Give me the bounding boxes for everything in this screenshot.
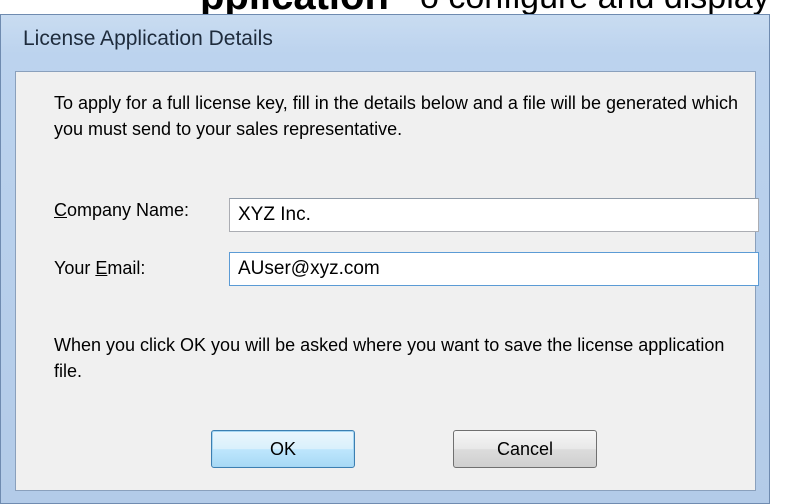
email-label-rest: mail: [107,258,146,278]
intro-text: To apply for a full license key, fill in… [54,93,739,139]
license-application-dialog: License Application Details To apply for… [0,14,770,504]
dialog-title: License Application Details [23,27,273,50]
background-page-edge [770,14,786,504]
company-name-label-rest: ompany Name: [67,200,190,220]
company-name-label-accelerator: C [54,200,67,220]
cancel-button[interactable]: Cancel [453,430,597,468]
email-label-accelerator: E [95,258,108,278]
company-name-label: Company Name: [54,200,189,221]
email-field[interactable] [229,252,759,286]
dialog-client-area: To apply for a full license key, fill in… [15,71,759,491]
company-name-field[interactable] [229,198,759,232]
ok-button[interactable]: OK [211,430,355,468]
save-note-text: When you click OK you will be asked wher… [54,335,725,381]
email-label: Your Email: [54,258,145,279]
email-label-prefix: Your [54,258,96,278]
title-bar[interactable]: License Application Details [1,15,769,71]
